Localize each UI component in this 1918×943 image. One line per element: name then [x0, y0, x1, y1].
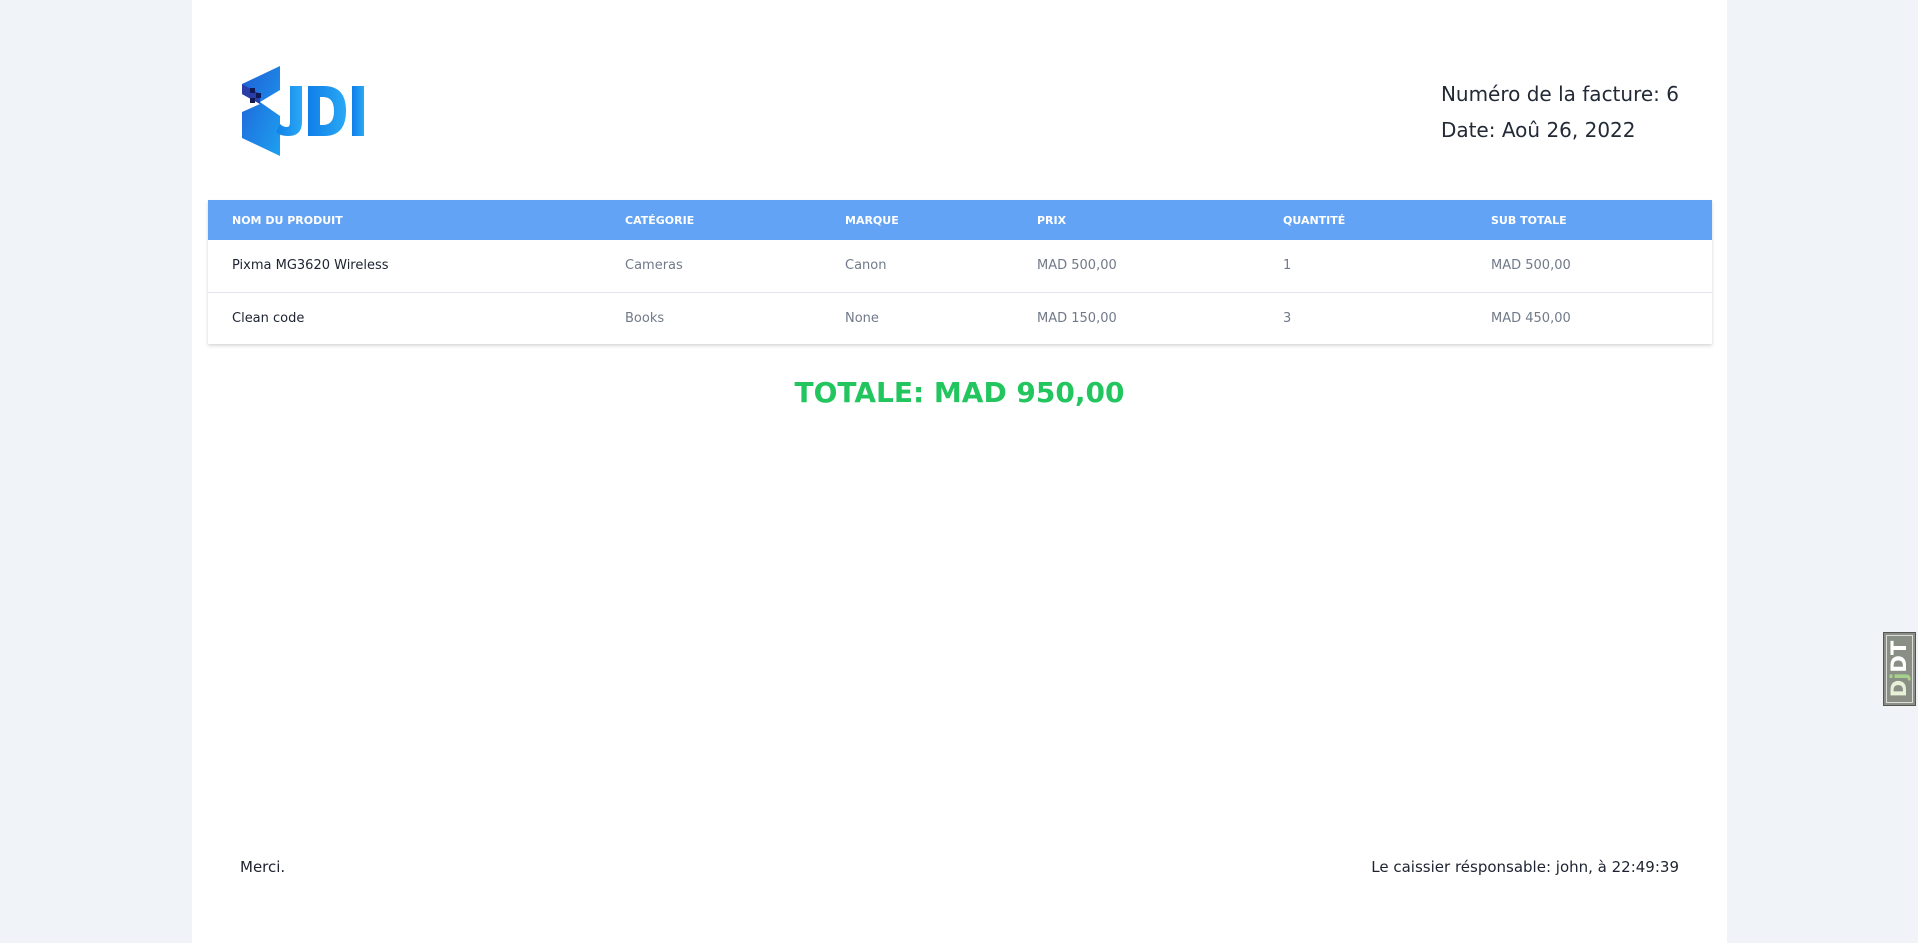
- invoice-page: Numéro de la facture: 6 Date: Aoû 26, 20…: [192, 0, 1727, 943]
- thanks-message: Merci.: [240, 858, 286, 876]
- column-header-category: Catégorie: [625, 213, 695, 227]
- table-header-row: Nom du produit Catégorie Marque Prix Qua…: [208, 200, 1712, 240]
- table-row: Clean code Books None MAD 150,00 3 MAD 4…: [208, 292, 1712, 344]
- column-header-subtotal: Sub totale: [1491, 213, 1567, 227]
- column-header-quantity: Quantité: [1283, 213, 1346, 227]
- debug-toolbar-label: DjDT: [1888, 641, 1912, 697]
- debug-toolbar-label-j: j: [1887, 672, 1912, 680]
- debug-toolbar-label-dt: DT: [1887, 640, 1912, 673]
- invoice-meta: Numéro de la facture: 6 Date: Aoû 26, 20…: [1441, 76, 1679, 148]
- column-header-price: Prix: [1037, 213, 1067, 227]
- invoice-date-label: Date:: [1440, 118, 1496, 142]
- debug-toolbar-label-d: D: [1887, 679, 1912, 698]
- brand-cell: Canon: [845, 258, 887, 274]
- column-header-brand: Marque: [845, 213, 899, 227]
- invoice-number-label: Numéro de la facture:: [1440, 82, 1660, 106]
- invoice-date: Date: Aoû 26, 2022: [1441, 112, 1679, 148]
- invoice-date-value: Aoû 26, 2022: [1501, 118, 1636, 142]
- product-name-cell: Pixma MG3620 Wireless: [232, 258, 389, 274]
- table-row: Pixma MG3620 Wireless Cameras Canon MAD …: [208, 240, 1712, 292]
- grand-total: TOTALE: MAD 950,00: [794, 376, 1125, 409]
- quantity-cell: 1: [1283, 258, 1292, 274]
- product-name-cell: Clean code: [232, 310, 305, 326]
- column-header-product-name: Nom du produit: [232, 213, 343, 227]
- quantity-cell: 3: [1283, 310, 1292, 326]
- subtotal-cell: MAD 450,00: [1491, 310, 1571, 326]
- products-table: Nom du produit Catégorie Marque Prix Qua…: [208, 200, 1712, 344]
- subtotal-cell: MAD 500,00: [1491, 258, 1571, 274]
- brand-cell: None: [845, 310, 879, 326]
- cashier-info: Le caissier résponsable: john, à 22:49:3…: [1371, 858, 1679, 876]
- category-cell: Cameras: [625, 258, 683, 274]
- jdi-logo-icon: [242, 66, 364, 156]
- invoice-number-value: 6: [1666, 82, 1679, 106]
- category-cell: Books: [625, 310, 665, 326]
- price-cell: MAD 150,00: [1037, 310, 1117, 326]
- debug-toolbar-handle-inner: DjDT: [1886, 635, 1913, 703]
- products-table-wrapper: Nom du produit Catégorie Marque Prix Qua…: [208, 200, 1712, 344]
- price-cell: MAD 500,00: [1037, 258, 1117, 274]
- debug-toolbar-handle[interactable]: DjDT: [1883, 632, 1916, 706]
- invoice-number: Numéro de la facture: 6: [1441, 76, 1679, 112]
